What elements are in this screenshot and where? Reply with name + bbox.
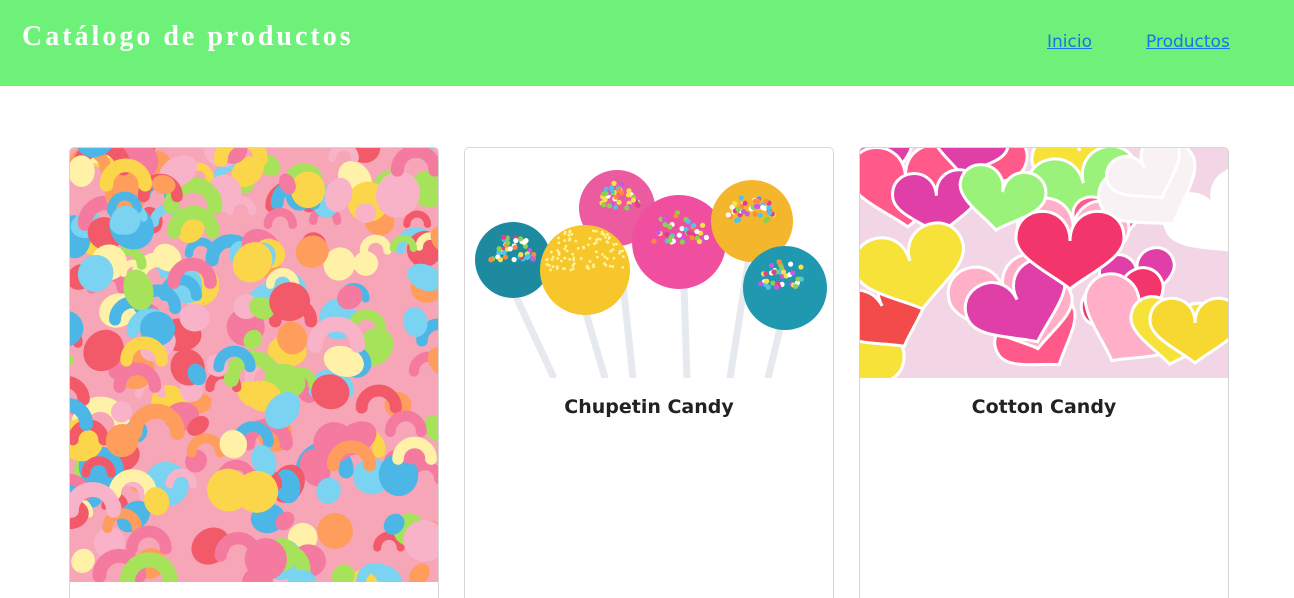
nav-link-inicio[interactable]: Inicio <box>1047 32 1092 52</box>
product-card[interactable] <box>69 147 439 598</box>
product-card[interactable]: Cotton Candy <box>859 147 1229 598</box>
top-navbar: Catálogo de productos Inicio Productos <box>0 0 1294 86</box>
product-card[interactable]: Chupetin Candy <box>464 147 834 598</box>
product-title: Chupetin Candy <box>564 396 734 418</box>
product-image <box>70 148 438 582</box>
site-title: Catálogo de productos <box>22 21 354 52</box>
product-image <box>465 148 833 378</box>
product-title: Cotton Candy <box>971 396 1117 418</box>
cake-pops-image <box>465 148 833 378</box>
heart-candy-image <box>860 148 1228 378</box>
marshmallow-candy-image <box>70 148 438 582</box>
product-image <box>860 148 1228 378</box>
nav-link-productos[interactable]: Productos <box>1146 32 1230 52</box>
